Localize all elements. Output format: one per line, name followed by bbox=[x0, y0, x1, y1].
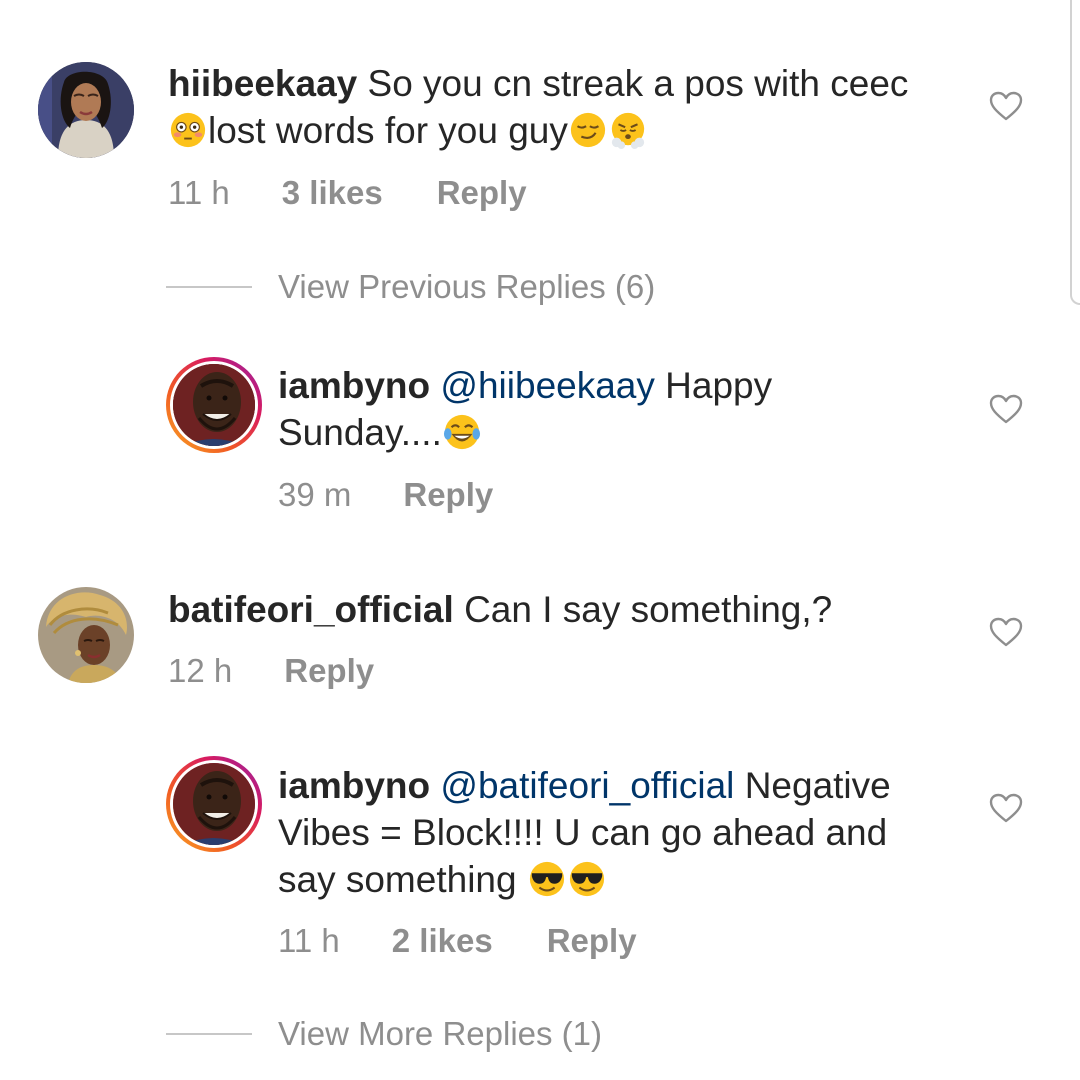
avatar-story-ring[interactable] bbox=[166, 357, 262, 453]
reply-mention[interactable]: @batifeori_official bbox=[440, 765, 734, 806]
replies-divider bbox=[166, 1033, 252, 1035]
reply-text: iambyno @hiibeekaay Happy Sunday.... bbox=[278, 362, 958, 456]
avatar-story-ring[interactable] bbox=[166, 756, 262, 852]
comment-username[interactable]: batifeori_official bbox=[168, 589, 454, 630]
smirking-face-emoji bbox=[570, 112, 605, 148]
reply-likes[interactable]: 2 likes bbox=[392, 922, 493, 960]
reply-body-line2: Sunday.... bbox=[278, 412, 442, 453]
comment-body-line2: lost words for you guy bbox=[208, 110, 568, 151]
comment-body: So you cn streak a pos with ceec bbox=[367, 63, 909, 104]
reply-text: iambyno @batifeori_official Negative Vib… bbox=[278, 762, 968, 903]
reply-button[interactable]: Reply bbox=[403, 476, 493, 514]
heart-icon[interactable] bbox=[988, 616, 1024, 648]
avatar bbox=[170, 361, 258, 449]
avatar[interactable] bbox=[38, 62, 134, 158]
comment-username[interactable]: hiibeekaay bbox=[168, 63, 357, 104]
avatar bbox=[170, 760, 258, 848]
face-with-steam-emoji bbox=[611, 112, 645, 149]
scrollbar[interactable] bbox=[1070, 0, 1080, 305]
comments-page: hiibeekaay So you cn streak a pos with c… bbox=[0, 0, 1080, 1080]
reply-username[interactable]: iambyno bbox=[278, 365, 430, 406]
gold-headwrap-portrait-avatar bbox=[38, 587, 134, 683]
comment-text: batifeori_official Can I say something,? bbox=[168, 586, 968, 633]
heart-icon[interactable] bbox=[988, 792, 1024, 824]
reply-body-line3: say something bbox=[278, 859, 517, 900]
comment-meta: 11 h 3 likes Reply bbox=[168, 174, 527, 212]
reply-username[interactable]: iambyno bbox=[278, 765, 430, 806]
comment-time: 11 h bbox=[168, 174, 230, 211]
reply-button[interactable]: Reply bbox=[547, 922, 637, 960]
comment-meta: 12 h Reply bbox=[168, 652, 374, 690]
heart-icon[interactable] bbox=[988, 393, 1024, 425]
sunglasses-face-emoji bbox=[529, 861, 564, 897]
reply-body-line2: Vibes = Block!!!! U can go ahead and bbox=[278, 812, 888, 853]
reply-mention[interactable]: @hiibeekaay bbox=[440, 365, 654, 406]
reply-button[interactable]: Reply bbox=[284, 652, 374, 690]
woman-portrait-avatar bbox=[38, 62, 134, 158]
reply-time: 39 m bbox=[278, 476, 352, 513]
man-smiling-avatar bbox=[173, 763, 255, 845]
view-more-replies-label: View More Replies (1) bbox=[278, 1015, 603, 1052]
view-previous-replies-label: View Previous Replies (6) bbox=[278, 268, 656, 305]
reply-time: 11 h bbox=[278, 922, 340, 959]
comment-likes[interactable]: 3 likes bbox=[282, 174, 383, 212]
reply-meta: 11 h 2 likes Reply bbox=[278, 922, 637, 960]
reply-body: Negative bbox=[744, 765, 891, 806]
comment-text: hiibeekaay So you cn streak a pos with c… bbox=[168, 60, 968, 154]
comment-time: 12 h bbox=[168, 652, 233, 689]
sunglasses-face-emoji bbox=[569, 861, 604, 897]
tears-of-joy-emoji bbox=[443, 414, 480, 450]
replies-divider bbox=[166, 286, 252, 288]
heart-icon[interactable] bbox=[988, 90, 1024, 122]
man-smiling-avatar bbox=[173, 364, 255, 446]
reply-body: Happy bbox=[665, 365, 773, 406]
comment-body: Can I say something,? bbox=[464, 589, 833, 630]
flushed-face-emoji bbox=[170, 112, 206, 148]
avatar[interactable] bbox=[38, 587, 134, 683]
view-more-replies[interactable]: View More Replies (1) bbox=[166, 1015, 602, 1053]
reply-meta: 39 m Reply bbox=[278, 476, 493, 514]
view-previous-replies[interactable]: View Previous Replies (6) bbox=[166, 268, 655, 306]
reply-button[interactable]: Reply bbox=[437, 174, 527, 212]
